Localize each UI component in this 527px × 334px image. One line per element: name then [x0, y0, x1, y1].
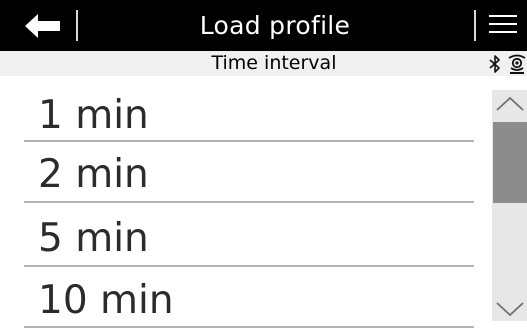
hamburger-menu-icon	[489, 15, 517, 33]
chevron-down-icon	[496, 302, 524, 317]
divider	[76, 10, 78, 41]
divider	[474, 10, 476, 41]
list-item-1-min[interactable]: 1 min	[24, 76, 474, 142]
back-arrow-icon	[25, 14, 60, 38]
section-title: Time interval	[211, 52, 337, 74]
signal-icon	[508, 54, 526, 74]
status-icons	[486, 53, 527, 75]
subheader-bar: Time interval	[0, 51, 527, 76]
menu-button[interactable]	[478, 0, 527, 51]
list-item-2-min[interactable]: 2 min	[24, 142, 474, 203]
bluetooth-icon	[489, 55, 500, 73]
scroll-up-button[interactable]	[492, 90, 527, 118]
interval-list: 1 min 2 min 5 min 10 min	[24, 76, 474, 328]
list-item-label: 5 min	[38, 216, 149, 261]
page-title: Load profile	[199, 11, 351, 40]
scroll-down-button[interactable]	[492, 293, 527, 321]
list-item-5-min[interactable]: 5 min	[24, 203, 474, 267]
scrollbar[interactable]	[492, 90, 527, 321]
list-item-label: 1 min	[38, 93, 149, 138]
title-bar: Load profile	[0, 0, 527, 51]
list-item-label: 10 min	[38, 278, 174, 323]
list-item-10-min[interactable]: 10 min	[24, 267, 474, 328]
scrollbar-thumb[interactable]	[493, 122, 527, 203]
back-button[interactable]	[0, 0, 78, 51]
chevron-up-icon	[496, 96, 524, 111]
list-item-label: 2 min	[38, 152, 149, 197]
